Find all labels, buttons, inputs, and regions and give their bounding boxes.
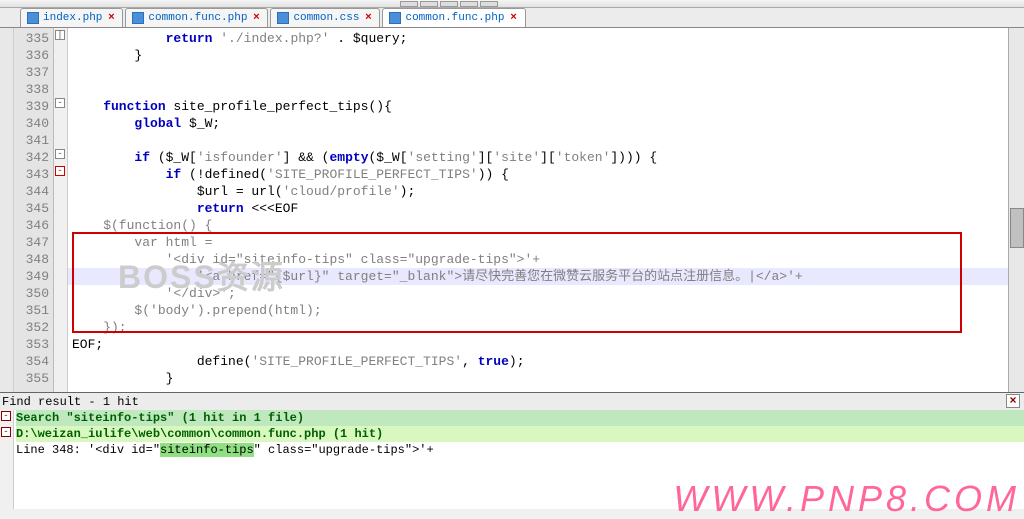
line-number: 354: [14, 353, 49, 370]
fold-minus-icon[interactable]: -: [1, 411, 11, 421]
tab-common-func[interactable]: common.func.php ×: [125, 8, 268, 27]
fold-vline-icon[interactable]: |: [55, 30, 65, 40]
file-icon: [132, 12, 144, 24]
find-result-header: Find result - 1 hit ×: [0, 392, 1024, 410]
line-number: 336: [14, 47, 49, 64]
find-result-panel[interactable]: - - Search "siteinfo-tips" (1 hit in 1 f…: [0, 410, 1024, 509]
line-number: 348: [14, 251, 49, 268]
line-number: 346: [14, 217, 49, 234]
fold-minus-icon[interactable]: -: [1, 427, 11, 437]
line-number: 341: [14, 132, 49, 149]
line-number: 338: [14, 81, 49, 98]
toolbar-button[interactable]: [400, 1, 418, 7]
fold-minus-icon[interactable]: -: [55, 166, 65, 176]
line-number: 339: [14, 98, 49, 115]
search-summary: Search "siteinfo-tips" (1 hit in 1 file): [16, 410, 1024, 426]
file-path[interactable]: D:\weizan_iulife\web\common\common.func.…: [16, 426, 1024, 442]
watermark: WWW.PNP8.COM: [673, 491, 1020, 507]
close-icon[interactable]: ×: [1006, 394, 1020, 408]
tab-index[interactable]: index.php ×: [20, 8, 123, 27]
line-number: 344: [14, 183, 49, 200]
tab-common-css[interactable]: common.css ×: [270, 8, 380, 27]
code-area[interactable]: BOSS资源 return './index.php?' . $query; }…: [68, 28, 1024, 392]
line-number: 347: [14, 234, 49, 251]
close-icon[interactable]: ×: [363, 13, 373, 23]
line-number: 353: [14, 336, 49, 353]
code-editor[interactable]: 3353363373383393403413423433443453463473…: [0, 28, 1024, 392]
tab-label: common.func.php: [148, 12, 247, 24]
fold-margin[interactable]: - -: [0, 410, 14, 509]
toolbar: [0, 0, 1024, 8]
fold-margin[interactable]: | - - -: [54, 28, 68, 392]
line-number: 337: [14, 64, 49, 81]
find-result-title: Find result - 1 hit: [2, 393, 139, 410]
file-icon: [389, 12, 401, 24]
result-line[interactable]: Line 348: '<div id="siteinfo-tips" class…: [16, 442, 1024, 458]
line-number: 342: [14, 149, 49, 166]
toolbar-button[interactable]: [440, 1, 458, 7]
line-number: 351: [14, 302, 49, 319]
close-icon[interactable]: ×: [251, 13, 261, 23]
close-icon[interactable]: ×: [106, 13, 116, 23]
toolbar-button[interactable]: [420, 1, 438, 7]
line-number-gutter: 3353363373383393403413423433443453463473…: [14, 28, 54, 392]
scrollbar-vertical[interactable]: [1008, 28, 1024, 392]
file-icon: [27, 12, 39, 24]
file-icon: [277, 12, 289, 24]
toolbar-button[interactable]: [460, 1, 478, 7]
fold-minus-icon[interactable]: -: [55, 149, 65, 159]
line-number: 345: [14, 200, 49, 217]
close-icon[interactable]: ×: [509, 13, 519, 23]
line-number: 335: [14, 30, 49, 47]
tab-common-func-active[interactable]: common.func.php ×: [382, 8, 525, 27]
tab-label: common.css: [293, 12, 359, 24]
marker-margin: [0, 28, 14, 392]
line-number: 352: [14, 319, 49, 336]
tab-label: index.php: [43, 12, 102, 24]
toolbar-button[interactable]: [480, 1, 498, 7]
line-number: 355: [14, 370, 49, 387]
line-number: 350: [14, 285, 49, 302]
line-number: 349: [14, 268, 49, 285]
tab-label: common.func.php: [405, 12, 504, 24]
tab-bar: index.php× common.func.php× common.css× …: [0, 8, 1024, 28]
line-number: 340: [14, 115, 49, 132]
scrollbar-thumb[interactable]: [1010, 208, 1024, 248]
line-number: 343: [14, 166, 49, 183]
fold-minus-icon[interactable]: -: [55, 98, 65, 108]
